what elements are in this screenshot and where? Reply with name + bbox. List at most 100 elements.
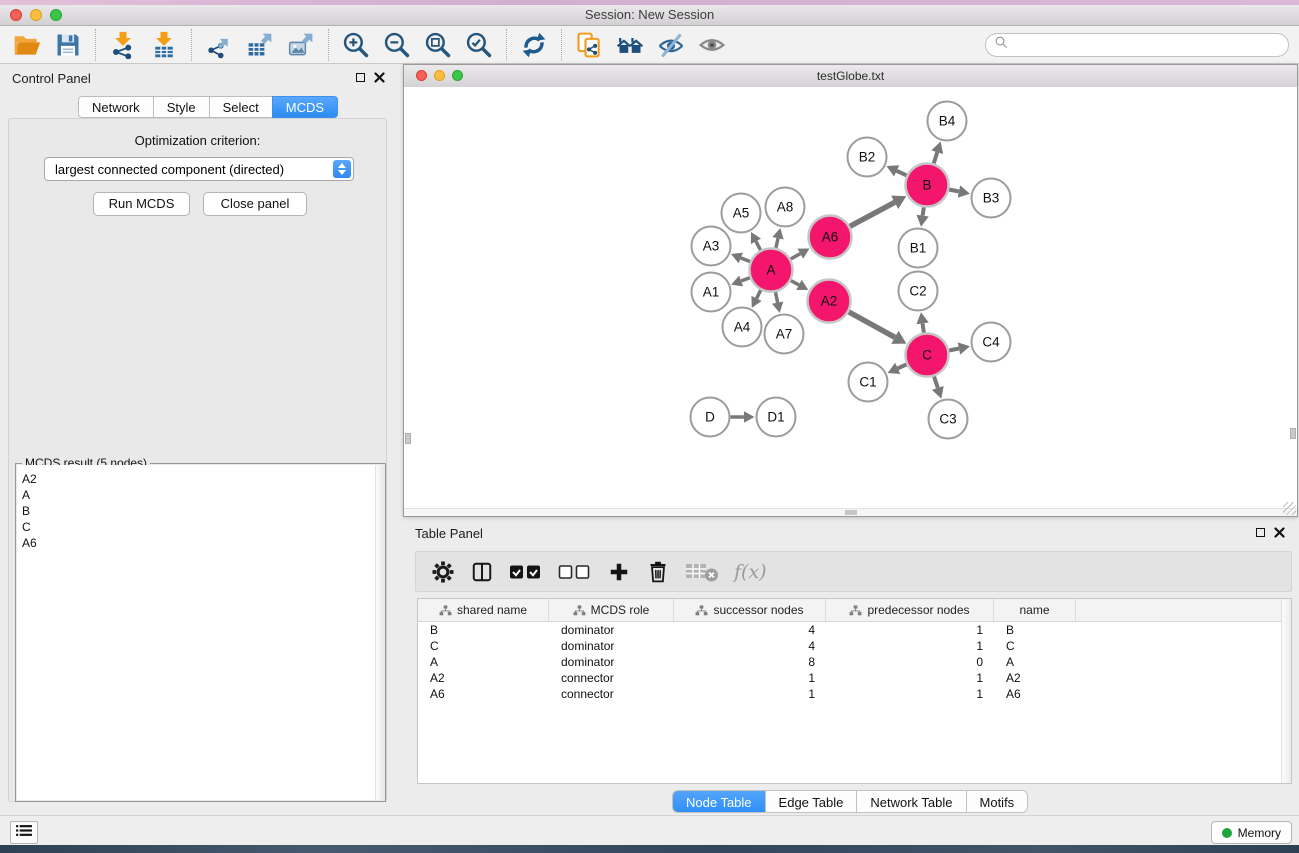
panel-splitter[interactable]	[395, 63, 403, 816]
tab-style[interactable]: Style	[153, 96, 210, 118]
column-header-mcds-role[interactable]: MCDS role	[549, 599, 674, 621]
edge-A-A7[interactable]	[772, 292, 783, 313]
node-D[interactable]: D	[691, 398, 730, 437]
export-table-button[interactable]	[245, 30, 275, 60]
node-A1[interactable]: A1	[692, 273, 731, 312]
edge-A2-C[interactable]	[849, 312, 907, 344]
table-row[interactable]: A2connector11A2	[418, 670, 1291, 686]
network-window-titlebar[interactable]: testGlobe.txt	[404, 65, 1297, 88]
tab-node-table[interactable]: Node Table	[672, 790, 766, 813]
horizontal-scrollbar[interactable]	[404, 508, 1297, 516]
table-cell[interactable]: 4	[674, 638, 826, 654]
edge-A-A6[interactable]	[791, 248, 810, 259]
edge-B-B2[interactable]	[886, 165, 906, 176]
table-cell[interactable]: 1	[826, 622, 994, 638]
memory-button[interactable]: Memory	[1211, 821, 1292, 844]
table-cell[interactable]: dominator	[549, 654, 674, 670]
tab-edge-table[interactable]: Edge Table	[765, 790, 858, 813]
table-cell[interactable]: dominator	[549, 622, 674, 638]
edge-A-A1[interactable]	[731, 276, 750, 287]
show-view-button[interactable]	[697, 30, 727, 60]
search-box[interactable]	[985, 33, 1289, 57]
network-canvas[interactable]: AA1A3A5A8A6A2A4A7BB1B2B3B4CC1C2C3C4DD1	[404, 87, 1297, 516]
node-B1[interactable]: B1	[899, 229, 938, 268]
add-column-button[interactable]	[607, 557, 631, 587]
deselect-all-columns-button[interactable]	[558, 557, 592, 587]
node-B[interactable]: B	[906, 164, 949, 207]
edge-C-C2[interactable]	[916, 312, 928, 332]
save-session-button[interactable]	[53, 30, 83, 60]
column-header-shared-name[interactable]: shared name	[418, 599, 549, 621]
node-C2[interactable]: C2	[899, 272, 938, 311]
right-scroll-thumb[interactable]	[1290, 428, 1296, 439]
column-header-name[interactable]: name	[994, 599, 1076, 621]
table-cell[interactable]: connector	[549, 686, 674, 702]
open-session-button[interactable]	[12, 30, 42, 60]
node-A2[interactable]: A2	[808, 280, 851, 323]
node-A4[interactable]: A4	[723, 308, 762, 347]
task-history-button[interactable]	[10, 821, 38, 844]
table-cell[interactable]: C	[994, 638, 1076, 654]
zoom-out-button[interactable]	[382, 30, 412, 60]
close-panel-button[interactable]: Close panel	[203, 192, 307, 216]
edge-A-A4[interactable]	[751, 290, 761, 308]
table-cell[interactable]: A6	[994, 686, 1076, 702]
node-A8[interactable]: A8	[766, 188, 805, 227]
node-C3[interactable]: C3	[929, 400, 968, 439]
table-row[interactable]: Bdominator41B	[418, 622, 1291, 638]
settings-gear-button[interactable]	[431, 557, 455, 587]
edge-A-A5[interactable]	[751, 232, 761, 250]
node-C1[interactable]: C1	[849, 363, 888, 402]
edge-C-C4[interactable]	[949, 342, 970, 354]
mcds-result-item[interactable]: A	[22, 487, 384, 503]
edge-A-A8[interactable]	[772, 228, 783, 248]
table-cell[interactable]: 1	[674, 670, 826, 686]
node-A5[interactable]: A5	[722, 194, 761, 233]
home-button[interactable]	[615, 30, 645, 60]
hide-panel-button[interactable]	[656, 30, 686, 60]
table-cell[interactable]: B	[994, 622, 1076, 638]
table-cell[interactable]: connector	[549, 670, 674, 686]
edge-A-A3[interactable]	[731, 253, 750, 264]
tab-motifs[interactable]: Motifs	[966, 790, 1029, 813]
horizontal-scroll-thumb[interactable]	[845, 510, 857, 515]
table-cell[interactable]: C	[418, 638, 549, 654]
table-cell[interactable]: 1	[826, 686, 994, 702]
node-C[interactable]: C	[906, 334, 949, 377]
left-scroll-thumb[interactable]	[405, 433, 411, 444]
table-cell[interactable]: A2	[994, 670, 1076, 686]
column-header-successor-nodes[interactable]: successor nodes	[674, 599, 826, 621]
tab-network-table[interactable]: Network Table	[856, 790, 966, 813]
node-A6[interactable]: A6	[809, 216, 852, 259]
run-mcds-button[interactable]: Run MCDS	[93, 192, 190, 216]
delete-column-button[interactable]	[646, 557, 670, 587]
resize-grip[interactable]	[1283, 502, 1296, 515]
edge-B-B1[interactable]	[916, 207, 928, 226]
node-B3[interactable]: B3	[972, 179, 1011, 218]
table-cell[interactable]: 1	[826, 670, 994, 686]
table-cell[interactable]: A	[418, 654, 549, 670]
close-panel-icon[interactable]	[374, 72, 385, 83]
table-cell[interactable]: 1	[826, 638, 994, 654]
zoom-in-button[interactable]	[341, 30, 371, 60]
search-input[interactable]	[1009, 38, 1288, 52]
edge-A6-B[interactable]	[850, 196, 906, 227]
node-D1[interactable]: D1	[757, 398, 796, 437]
node-B4[interactable]: B4	[928, 102, 967, 141]
edge-C-C1[interactable]	[888, 363, 907, 374]
table-cell[interactable]: 4	[674, 622, 826, 638]
import-network-button[interactable]	[108, 30, 138, 60]
select-all-columns-button[interactable]	[509, 557, 543, 587]
mcds-result-item[interactable]: B	[22, 503, 384, 519]
float-table-panel-icon[interactable]	[1256, 528, 1265, 537]
result-list-scrollbar[interactable]	[375, 465, 384, 800]
column-layout-button[interactable]	[470, 557, 494, 587]
node-A3[interactable]: A3	[692, 227, 731, 266]
table-row[interactable]: A6connector11A6	[418, 686, 1291, 702]
edge-B-B3[interactable]	[949, 185, 970, 197]
float-panel-icon[interactable]	[356, 73, 365, 82]
table-scrollbar[interactable]	[1281, 599, 1291, 783]
node-A7[interactable]: A7	[765, 315, 804, 354]
edge-A-A2[interactable]	[791, 280, 808, 290]
edge-B-B4[interactable]	[931, 142, 943, 164]
